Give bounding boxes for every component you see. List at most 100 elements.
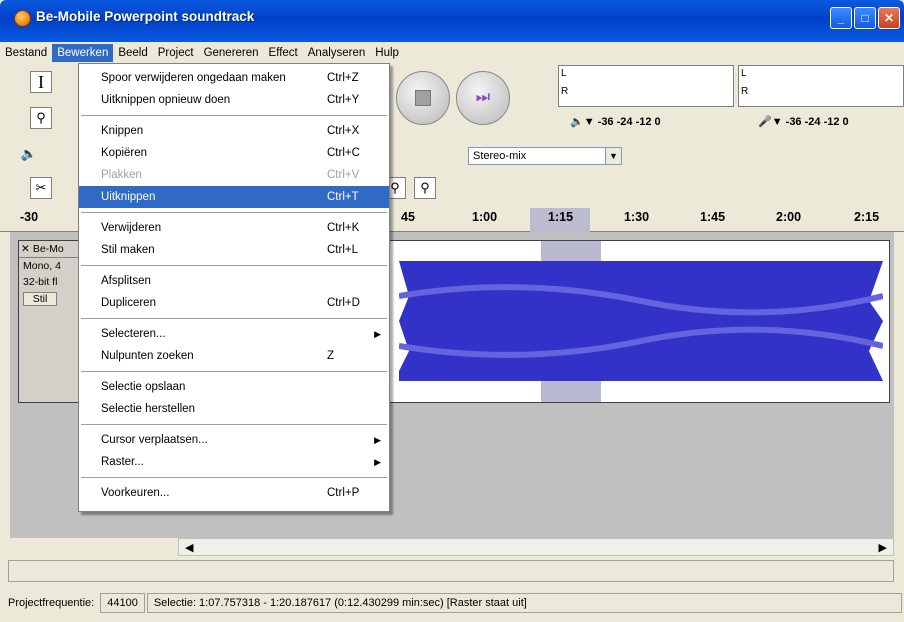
stop-button[interactable]	[396, 71, 450, 125]
submenu-arrow-icon: ▶	[374, 328, 381, 339]
menu-item-shortcut: Ctrl+K	[327, 222, 360, 234]
zoom-tool-icon[interactable]: ⚲	[30, 107, 52, 129]
menu-item-shortcut: Ctrl+Z	[327, 72, 359, 84]
minimize-button[interactable]: _	[830, 7, 852, 29]
menu-item-label: Selecteren...	[101, 328, 166, 340]
stop-icon	[415, 90, 431, 106]
menu-item-label: Selectie herstellen	[101, 403, 195, 415]
cut-icon[interactable]: ✂	[30, 177, 52, 199]
record-meter-scale: 🎤▼ -36 -24 -12 0	[758, 115, 849, 128]
title-bar: Be-Mobile Powerpoint soundtrack _ □ ✕	[0, 0, 904, 42]
window-title: Be-Mobile Powerpoint soundtrack	[36, 9, 255, 24]
track-name[interactable]: Be-Mo	[33, 243, 64, 255]
menu-beeld[interactable]: Beeld	[113, 44, 152, 62]
close-icon[interactable]: ✕	[21, 243, 30, 255]
close-button[interactable]: ✕	[878, 7, 900, 29]
menu-item-plakken: Plakken Ctrl+V	[79, 164, 389, 186]
menu-analyseren[interactable]: Analyseren	[303, 44, 371, 62]
menu-separator	[81, 318, 387, 319]
project-rate-field[interactable]: 44100	[100, 593, 145, 613]
menu-separator	[81, 424, 387, 425]
menu-item-voorkeuren[interactable]: Voorkeuren... Ctrl+P	[79, 482, 389, 504]
playback-meter: L R	[558, 65, 734, 107]
status-bar: Projectfrequentie: 44100 Selectie: 1:07.…	[8, 588, 904, 618]
meter-left-label: L	[561, 68, 567, 79]
menu-item-cursor-verplaatsen[interactable]: Cursor verplaatsen... ▶	[79, 429, 389, 451]
playback-ticks: -36 -24 -12 0	[597, 116, 661, 128]
speaker-icon[interactable]: 🔈▼	[570, 116, 595, 128]
microphone-icon[interactable]: 🎤▼	[758, 116, 783, 128]
menu-item-spoor-verwijderen-ongedaan-maken[interactable]: Spoor verwijderen ongedaan maken Ctrl+Z	[79, 67, 389, 89]
zoom-out-icon[interactable]: ⚲	[414, 177, 436, 199]
menu-item-shortcut: Ctrl+P	[327, 487, 360, 499]
menu-item-label: Plakken	[101, 169, 142, 181]
menu-item-label: Stil maken	[101, 244, 155, 256]
horizontal-scrollbar[interactable]: ◀ ▶	[178, 538, 894, 556]
menu-item-verwijderen[interactable]: Verwijderen Ctrl+K	[79, 217, 389, 239]
maximize-button[interactable]: □	[854, 7, 876, 29]
menu-effect[interactable]: Effect	[264, 44, 303, 62]
input-source-value: Stereo-mix	[473, 150, 527, 162]
menu-separator	[81, 477, 387, 478]
menu-item-shortcut: Ctrl+X	[327, 125, 360, 137]
menu-item-selectie-opslaan[interactable]: Selectie opslaan	[79, 376, 389, 398]
menu-item-label: Kopiëren	[101, 147, 148, 159]
menu-item-label: Uitknippen	[101, 191, 156, 203]
menu-item-afsplitsen[interactable]: Afsplitsen	[79, 270, 389, 292]
ruler-tick: 2:15	[854, 210, 880, 224]
menu-item-label: Dupliceren	[101, 297, 156, 309]
chevron-right-icon[interactable]: ▶	[879, 541, 887, 554]
ruler-tick: 1:30	[624, 210, 650, 224]
menu-item-label: Afsplitsen	[101, 275, 151, 287]
menu-item-label: Verwijderen	[101, 222, 162, 234]
menu-item-shortcut: Ctrl+C	[327, 147, 360, 159]
menu-item-dupliceren[interactable]: Dupliceren Ctrl+D	[79, 292, 389, 314]
menu-item-kopiëren[interactable]: Kopiëren Ctrl+C	[79, 142, 389, 164]
chevron-down-icon[interactable]: ▼	[605, 148, 621, 164]
menu-bewerken[interactable]: Bewerken	[52, 43, 114, 62]
playback-meter-scale: 🔈▼ -36 -24 -12 0	[570, 115, 661, 128]
menu-item-stil-maken[interactable]: Stil maken Ctrl+L	[79, 239, 389, 261]
app-icon	[14, 10, 31, 27]
selection-status: Selectie: 1:07.757318 - 1:20.187617 (0:1…	[146, 593, 902, 613]
menu-hulp[interactable]: Hulp	[370, 44, 404, 62]
menu-item-label: Spoor verwijderen ongedaan maken	[101, 72, 286, 84]
meter-right-label: R	[741, 86, 749, 97]
meter-left-label: L	[741, 68, 747, 79]
menu-separator	[81, 212, 387, 213]
submenu-arrow-icon: ▶	[374, 434, 381, 445]
track-spacer	[8, 560, 894, 582]
menu-genereren[interactable]: Genereren	[199, 44, 264, 62]
input-source-select[interactable]: Stereo-mix ▼	[468, 147, 622, 165]
ruler-tick: 45	[401, 210, 415, 224]
menu-item-raster[interactable]: Raster... ▶	[79, 451, 389, 473]
menu-item-uitknippen[interactable]: Uitknippen Ctrl+T	[79, 186, 389, 208]
menu-item-shortcut: Ctrl+D	[327, 297, 360, 309]
menu-item-selecteren[interactable]: Selecteren... ▶	[79, 323, 389, 345]
track-info-format: Mono, 4	[23, 260, 61, 272]
submenu-arrow-icon: ▶	[374, 456, 381, 467]
menu-item-shortcut: Ctrl+L	[327, 244, 358, 256]
waveform[interactable]	[399, 241, 883, 402]
menu-item-uitknippen-opnieuw-doen[interactable]: Uitknippen opnieuw doen Ctrl+Y	[79, 89, 389, 111]
skip-end-button[interactable]: ⏭	[456, 71, 510, 125]
record-ticks: -36 -24 -12 0	[785, 116, 849, 128]
mute-button[interactable]: Stil	[23, 292, 57, 306]
menu-item-knippen[interactable]: Knippen Ctrl+X	[79, 120, 389, 142]
speaker-icon: 🔈	[20, 146, 38, 161]
menu-item-selectie-herstellen[interactable]: Selectie herstellen	[79, 398, 389, 420]
selection-tool-icon[interactable]: I	[30, 71, 52, 93]
menu-item-label: Selectie opslaan	[101, 381, 186, 393]
ruler-tick: 1:45	[700, 210, 726, 224]
menu-item-label: Uitknippen opnieuw doen	[101, 94, 231, 106]
menu-separator	[81, 371, 387, 372]
vertical-scrollbar[interactable]	[894, 232, 904, 538]
menu-project[interactable]: Project	[153, 44, 199, 62]
menu-item-nulpunten-zoeken[interactable]: Nulpunten zoeken Z	[79, 345, 389, 367]
menu-bestand[interactable]: Bestand	[0, 44, 52, 62]
chevron-left-icon[interactable]: ◀	[185, 541, 193, 554]
menu-item-label: Nulpunten zoeken	[101, 350, 194, 362]
ruler-tick: 2:00	[776, 210, 802, 224]
menu-item-shortcut: Ctrl+V	[327, 169, 360, 181]
menu-separator	[81, 265, 387, 266]
